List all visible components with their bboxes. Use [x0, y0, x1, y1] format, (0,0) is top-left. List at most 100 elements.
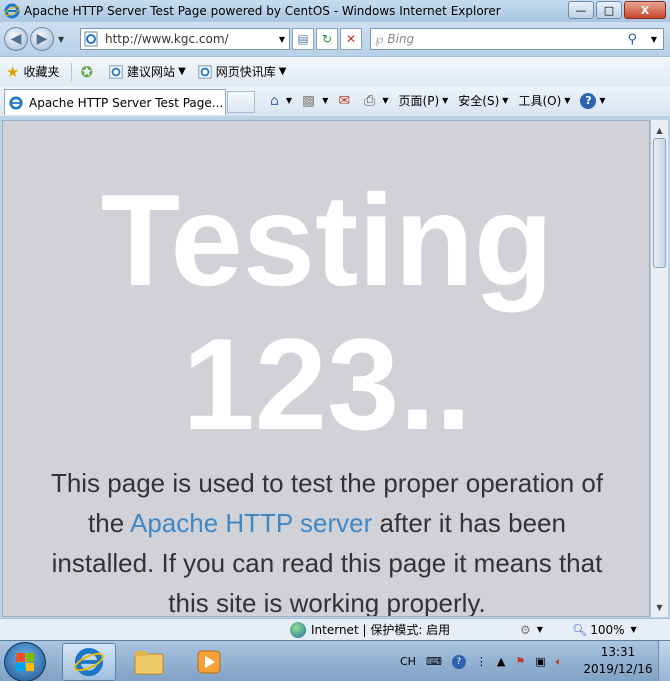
favorites-bar: ★ 收藏夹 ✪ 建议网站 ▼ 网页快讯库 ▼: [0, 56, 670, 86]
media-player-icon: [197, 650, 221, 674]
favorites-label: 收藏夹: [23, 65, 60, 79]
language-indicator[interactable]: CH: [400, 655, 416, 668]
chevron-down-icon: ▼: [442, 96, 449, 105]
home-icon: ⌂: [270, 92, 279, 109]
apache-link[interactable]: Apache HTTP server: [130, 508, 372, 538]
favorites-star-icon: ★: [6, 62, 20, 81]
close-button[interactable]: X: [624, 1, 666, 19]
zoom-icon: 🔍︎: [572, 622, 588, 637]
minimize-button[interactable]: —: [568, 1, 594, 19]
fav-item-suggested-sites[interactable]: 建议网站 ▼: [109, 63, 186, 80]
taskbar-ie[interactable]: [62, 643, 116, 681]
chevron-down-icon: ▼: [382, 96, 389, 105]
back-button[interactable]: ◀: [4, 27, 28, 51]
browser-tab[interactable]: Apache HTTP Server Test Page...: [4, 89, 226, 115]
scroll-thumb[interactable]: [653, 138, 666, 268]
taskbar-media-player[interactable]: [182, 643, 236, 681]
favorites-button[interactable]: ★ 收藏夹: [6, 63, 59, 81]
help-icon[interactable]: ?: [451, 654, 466, 669]
vertical-scrollbar[interactable]: ▲ ▼: [650, 120, 668, 617]
volume-muted-icon[interactable]: 🔈︎: [556, 655, 563, 669]
stop-icon: ✕: [345, 32, 357, 46]
scroll-down-arrow-icon[interactable]: ▼: [651, 599, 668, 615]
search-dropdown-icon[interactable]: ▼: [651, 35, 657, 44]
refresh-icon: ↻: [321, 32, 333, 46]
show-desktop-button[interactable]: [658, 641, 670, 681]
ie-icon: [9, 95, 23, 110]
home-button[interactable]: ⌂ ▼: [270, 93, 292, 109]
chevron-down-icon: ▼: [599, 96, 606, 105]
status-tools[interactable]: ⚙ ▼: [520, 623, 543, 637]
search-field[interactable]: ℘ Bing ⚲ ▼: [370, 28, 664, 50]
compatibility-view-button[interactable]: ▤: [292, 28, 314, 50]
page-menu-label: 页面(P): [398, 94, 440, 108]
feeds-button[interactable]: ▩ ▼: [302, 93, 328, 109]
address-row: ◀ ▶ ▼ http://www.kgc.com/ ▼ ▤ ↻ ✕ ℘ Bing…: [0, 22, 670, 56]
maximize-button[interactable]: □: [596, 1, 622, 19]
print-button[interactable]: ⎙ ▼: [364, 93, 388, 109]
keyboard-icon[interactable]: ⌨: [426, 655, 442, 668]
url-text[interactable]: http://www.kgc.com/: [105, 32, 229, 46]
compatibility-icon: ▤: [297, 32, 309, 46]
forward-button[interactable]: ▶: [30, 27, 54, 51]
folder-icon: [134, 651, 164, 675]
rss-feed-icon: ▩: [302, 92, 316, 109]
clock-time: 13:31: [600, 645, 636, 659]
ie-page-icon: [198, 64, 212, 79]
settings-icon: ⚙: [520, 622, 531, 637]
chevron-down-icon: ▼: [536, 625, 543, 634]
tray-expand-icon[interactable]: ▲: [497, 655, 505, 668]
zoom-control[interactable]: 🔍︎ 100% ▼: [572, 623, 637, 637]
command-bar: Apache HTTP Server Test Page... ⌂ ▼ ▩ ▼ …: [0, 86, 670, 116]
address-dropdown-icon[interactable]: ▼: [279, 35, 285, 44]
action-center-icon[interactable]: ⚑: [515, 655, 525, 668]
chevron-down-icon: ▼: [630, 625, 637, 634]
ie-icon: [74, 647, 104, 677]
status-bar: Internet | 保护模式: 启用 ⚙ ▼ 🔍︎ 100% ▼: [0, 618, 670, 640]
clock[interactable]: 13:31 2019/12/16: [582, 644, 654, 678]
read-mail-button[interactable]: ✉: [338, 93, 354, 109]
fav-item-label: 建议网站: [127, 65, 176, 79]
windows-logo-icon: [16, 653, 34, 671]
back-arrow-icon: ◀: [10, 31, 22, 47]
printer-icon: ⎙: [364, 92, 376, 109]
search-icon[interactable]: ⚲: [627, 32, 637, 47]
options-icon[interactable]: ⋮: [476, 655, 487, 668]
address-field[interactable]: http://www.kgc.com/ ▼: [80, 28, 290, 50]
heading-123: 123..: [182, 311, 472, 457]
safety-menu[interactable]: 安全(S) ▼: [458, 92, 508, 109]
mail-icon: ✉: [338, 92, 351, 109]
network-icon[interactable]: ▣: [535, 655, 545, 668]
system-tray: CH ⌨ ? ⋮ ▲ ⚑ ▣ 🔈︎: [400, 641, 572, 681]
tools-menu[interactable]: 工具(O) ▼: [518, 92, 570, 109]
chevron-down-icon: ▼: [564, 96, 571, 105]
page-menu[interactable]: 页面(P) ▼: [399, 92, 449, 109]
add-favorite-icon: ✪: [80, 62, 94, 81]
scroll-up-arrow-icon[interactable]: ▲: [651, 122, 668, 138]
taskbar-explorer[interactable]: [122, 643, 176, 681]
forward-arrow-icon: ▶: [36, 31, 48, 47]
stop-button[interactable]: ✕: [340, 28, 362, 50]
start-button[interactable]: [4, 642, 46, 681]
history-dropdown-icon[interactable]: ▼: [58, 35, 64, 44]
bing-logo-icon: ℘: [375, 32, 384, 46]
help-menu[interactable]: ? ▼: [580, 92, 606, 109]
new-tab-button[interactable]: [227, 91, 255, 113]
safety-menu-label: 安全(S): [458, 94, 500, 108]
heading-testing: Testing: [100, 167, 554, 313]
ie-icon: [4, 3, 20, 19]
security-zone[interactable]: Internet | 保护模式: 启用: [290, 621, 450, 638]
fav-item-web-slice-gallery[interactable]: 网页快讯库 ▼: [198, 63, 287, 80]
tab-label: Apache HTTP Server Test Page...: [29, 95, 224, 110]
chevron-down-icon: ▼: [278, 66, 287, 77]
window-title: Apache HTTP Server Test Page powered by …: [24, 4, 501, 18]
zoom-level: 100%: [590, 622, 625, 637]
help-icon: ?: [580, 92, 597, 109]
intro-paragraph: This page is used to test the proper ope…: [43, 463, 611, 616]
refresh-button[interactable]: ↻: [316, 28, 338, 50]
add-to-favorites-bar-button[interactable]: ✪: [80, 63, 97, 81]
separator: [71, 62, 73, 81]
chevron-down-icon: ▼: [502, 96, 509, 105]
fav-item-label: 网页快讯库: [215, 65, 276, 79]
title-bar: Apache HTTP Server Test Page powered by …: [0, 0, 670, 22]
